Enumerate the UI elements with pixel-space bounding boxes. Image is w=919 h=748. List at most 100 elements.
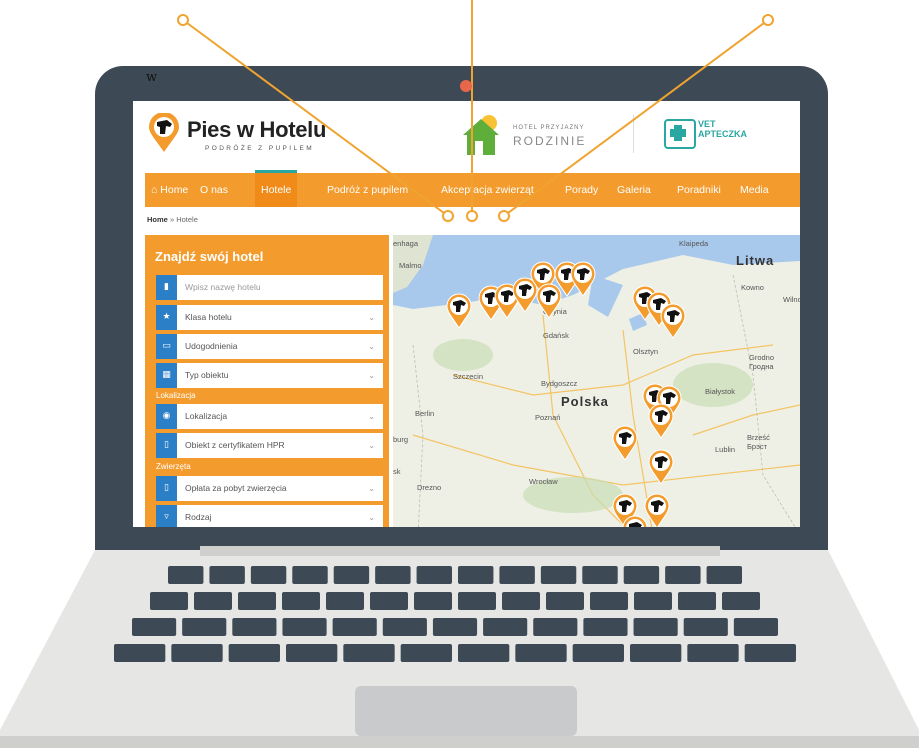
keyboard-key[interactable]	[533, 618, 578, 636]
keyboard-key[interactable]	[375, 566, 411, 584]
keyboard-key[interactable]	[416, 566, 452, 584]
keyboard-key[interactable]	[250, 566, 287, 584]
keyboard-key[interactable]	[744, 644, 796, 662]
keyboard-key[interactable]	[502, 592, 540, 610]
hotel-map[interactable]: enhaga Malmo Klaipeda Litwa Kowno Wilno …	[393, 235, 800, 527]
animal-type-select[interactable]: ▿ Rodzaj ⌄	[156, 505, 383, 527]
keyboard-key[interactable]	[182, 618, 227, 636]
nav-galeria[interactable]: Galeria	[617, 173, 651, 207]
keyboard-key[interactable]	[582, 566, 618, 584]
keyboard-key[interactable]	[683, 618, 728, 636]
keyboard-key[interactable]	[634, 592, 672, 610]
breadcrumb-home[interactable]: Home	[147, 215, 168, 224]
callout-dot-left-top	[177, 14, 189, 26]
keyboard-key[interactable]	[687, 644, 739, 662]
keyboard-key[interactable]	[168, 566, 204, 584]
keyboard-key[interactable]	[292, 566, 328, 584]
keyboard-key[interactable]	[499, 566, 535, 584]
keyboard-key[interactable]	[232, 618, 277, 636]
keyboard-key[interactable]	[286, 644, 338, 662]
keyboard-key[interactable]	[333, 566, 370, 584]
keyboard-key[interactable]	[282, 592, 320, 610]
keyboard-key[interactable]	[515, 644, 567, 662]
hotel-marker-pin-icon[interactable]	[647, 449, 675, 485]
amenities-select[interactable]: ▭ Udogodnienia ⌄	[156, 334, 383, 359]
building-icon: ▦	[156, 363, 177, 388]
hotel-marker-pin-icon[interactable]	[445, 293, 473, 329]
keyboard-key[interactable]	[228, 644, 280, 662]
map-label: sk	[393, 467, 401, 476]
keyboard-key[interactable]	[546, 592, 584, 610]
main-nav: ⌂ Home O nas Hotele Podróż z pupilem Akc…	[145, 170, 800, 207]
breadcrumb-separator: »	[169, 215, 175, 224]
partner2-line1: VET	[698, 119, 716, 129]
keyboard-key[interactable]	[343, 644, 395, 662]
keyboard-key[interactable]	[171, 644, 223, 662]
keyboard-key[interactable]	[458, 644, 510, 662]
keyboard-key[interactable]	[282, 618, 327, 636]
keyboard-key[interactable]	[209, 566, 245, 584]
map-label: Białystok	[705, 387, 736, 396]
keyboard-key[interactable]	[583, 618, 628, 636]
pet-fee-select[interactable]: ▯ Opłata za pobyt zwierzęcia ⌄	[156, 476, 383, 501]
hotel-name-search[interactable]: ▮ Wpisz nazwę hotelu	[156, 275, 383, 300]
nav-hotele[interactable]: Hotele	[255, 170, 298, 207]
keyboard-key[interactable]	[400, 644, 452, 662]
nav-poradniki[interactable]: Poradniki	[677, 173, 721, 207]
breadcrumb-current: Hotele	[176, 215, 198, 224]
partner-vet-apteczka[interactable]: VET APTECZKA	[633, 115, 774, 153]
keyboard-key[interactable]	[630, 644, 682, 662]
keyboard-key[interactable]	[414, 592, 452, 610]
hotel-marker-pin-icon[interactable]	[659, 303, 687, 339]
keyboard-key[interactable]	[483, 618, 528, 636]
section-location-label: Lokalizacja	[156, 391, 196, 400]
keyboard-key[interactable]	[733, 618, 778, 636]
hotel-name-input[interactable]: Wpisz nazwę hotelu	[185, 275, 261, 300]
location-select[interactable]: ◉ Lokalizacja ⌄	[156, 404, 383, 429]
keyboard-key[interactable]	[132, 618, 177, 636]
keyboard-key[interactable]	[458, 566, 494, 584]
map-label: Olsztyn	[633, 347, 659, 356]
map-label: Wrocław	[529, 477, 558, 486]
keyboard-key[interactable]	[458, 592, 496, 610]
star-icon: ★	[156, 305, 177, 330]
keyboard-key[interactable]	[194, 592, 232, 610]
keyboard-key[interactable]	[706, 566, 742, 584]
property-type-select[interactable]: ▦ Typ obiektu ⌄	[156, 363, 383, 388]
keyboard-key[interactable]	[332, 618, 377, 636]
keyboard-key[interactable]	[540, 566, 577, 584]
keyboard-key[interactable]	[590, 592, 628, 610]
hotel-marker-pin-icon[interactable]	[611, 425, 639, 461]
site-logo[interactable]: Pies w Hotelu PODRÓŻE Z PUPILEM	[147, 107, 357, 159]
keyboard-key[interactable]	[326, 592, 364, 610]
keyboard-key[interactable]	[678, 592, 716, 610]
nav-o-nas[interactable]: O nas	[200, 173, 228, 207]
trackpad[interactable]	[355, 686, 577, 736]
keyboard-key[interactable]	[150, 592, 188, 610]
keyboard-key[interactable]	[382, 618, 427, 636]
keyboard-key[interactable]	[623, 566, 660, 584]
keyboard-key[interactable]	[114, 644, 166, 662]
hotel-marker-pin-icon[interactable]	[621, 515, 649, 527]
map-label: Гродна	[749, 362, 774, 371]
keyboard-key[interactable]	[722, 592, 760, 610]
hpr-certificate-select[interactable]: ▯ Obiekt z certyfikatem HPR ⌄	[156, 433, 383, 458]
keyboard-key[interactable]	[238, 592, 276, 610]
nav-home[interactable]: ⌂ Home	[151, 173, 188, 207]
nav-media[interactable]: Media	[740, 173, 769, 207]
keyboard-key[interactable]	[665, 566, 701, 584]
nav-podroz-z-pupilem[interactable]: Podróż z pupilem	[327, 173, 408, 207]
chevron-down-icon: ⌄	[368, 342, 375, 351]
keyboard-key[interactable]	[572, 644, 624, 662]
hotel-marker-pin-icon[interactable]	[647, 403, 675, 439]
nav-akceptacja-zwierzat[interactable]: Akceptacja zwierząt	[441, 173, 534, 207]
keyboard-key[interactable]	[633, 618, 678, 636]
keyboard-key[interactable]	[432, 618, 478, 636]
hotel-class-select[interactable]: ★ Klasa hotelu ⌄	[156, 305, 383, 330]
hotel-marker-pin-icon[interactable]	[569, 261, 597, 297]
nav-porady[interactable]: Porady	[565, 173, 598, 207]
partner-hotel-przyjazny-rodzinie[interactable]: HOTEL PRZYJAZNY RODZINIE	[459, 109, 609, 157]
chevron-down-icon: ⌄	[368, 441, 375, 450]
map-label: Kowno	[741, 283, 764, 292]
keyboard-key[interactable]	[370, 592, 408, 610]
